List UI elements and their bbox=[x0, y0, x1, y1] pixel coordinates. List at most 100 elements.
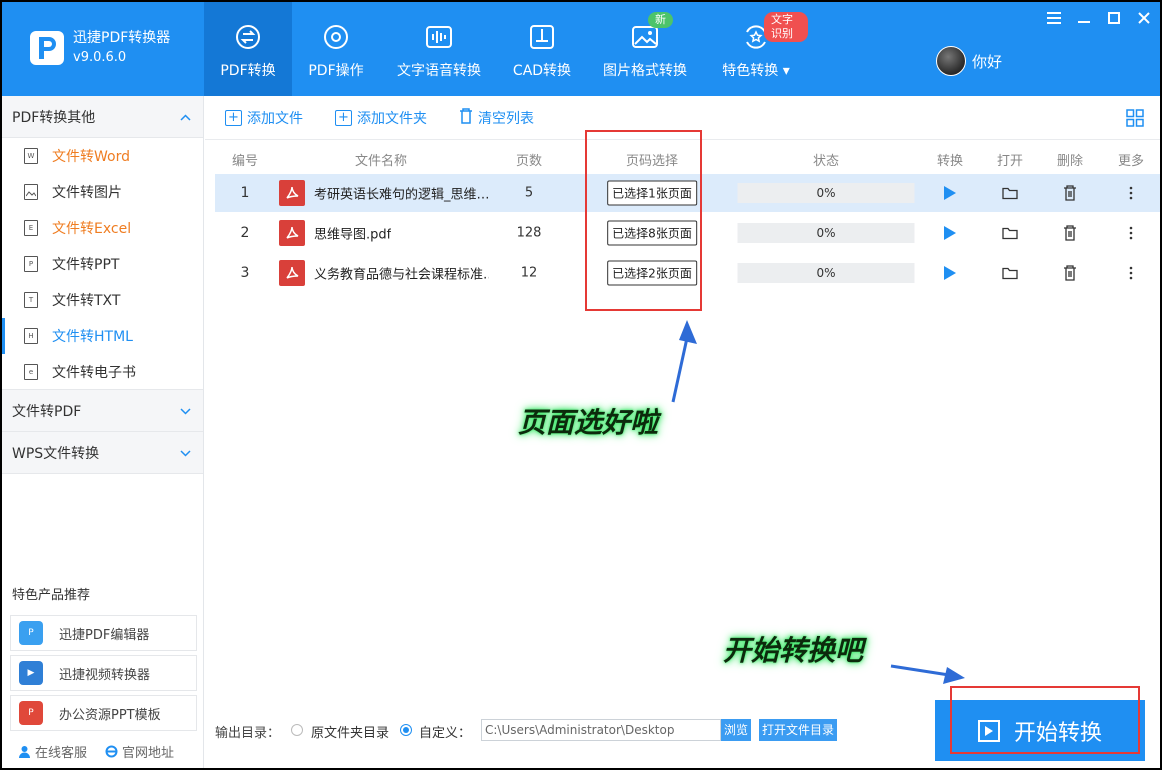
pdf-file-icon bbox=[279, 260, 305, 286]
custom-dir-radio[interactable] bbox=[400, 724, 412, 736]
more-icon[interactable] bbox=[1129, 226, 1133, 240]
group-label: 文件转PDF bbox=[12, 403, 82, 420]
user-profile[interactable]: 你好 bbox=[936, 46, 1002, 76]
sidebar-item-label: 文件转图片 bbox=[52, 185, 122, 201]
cad-icon bbox=[527, 22, 557, 52]
recommend-video-converter[interactable]: ▶ 迅捷视频转换器 bbox=[10, 655, 197, 691]
file-name: 义务教育品德与社会课程标准… bbox=[314, 267, 489, 283]
pdf-editor-icon: P bbox=[19, 621, 43, 645]
html-doc-icon: H bbox=[24, 328, 38, 344]
sidebar-item-label: 文件转Word bbox=[52, 149, 130, 165]
minimize-icon[interactable] bbox=[1076, 10, 1092, 26]
recommend-ppt-template[interactable]: P 办公资源PPT模板 bbox=[10, 695, 197, 731]
sound-wave-icon bbox=[424, 22, 454, 52]
sidebar-group-pdf-other[interactable]: PDF转换其他 bbox=[2, 96, 203, 138]
pdf-file-icon bbox=[279, 180, 305, 206]
folder-open-icon[interactable] bbox=[1002, 227, 1018, 240]
chevron-up-icon bbox=[180, 109, 191, 125]
website-link[interactable]: 官网地址 bbox=[105, 742, 174, 761]
main-panel: + 添加文件 + 添加文件夹 清空列表 编号 文件名称 页数 页码选择 状态 转… bbox=[205, 96, 1160, 768]
excel-doc-icon: E bbox=[24, 220, 38, 236]
more-icon[interactable] bbox=[1129, 186, 1133, 200]
add-folder-button[interactable]: + 添加文件夹 bbox=[335, 108, 427, 128]
play-icon[interactable] bbox=[943, 225, 957, 241]
sidebar-group-to-pdf[interactable]: 文件转PDF bbox=[2, 390, 203, 432]
ppt-doc-icon: P bbox=[24, 256, 38, 272]
sidebar-item-word[interactable]: W 文件转Word bbox=[2, 138, 203, 174]
grid-view-icon[interactable] bbox=[1126, 109, 1144, 131]
annotation-pages-done: 页面选好啦 bbox=[518, 406, 659, 439]
row-num: 3 bbox=[240, 265, 250, 281]
col-more: 更多 bbox=[1117, 154, 1145, 169]
tab-cad-convert[interactable]: CAD转换 bbox=[498, 2, 586, 96]
trash-icon[interactable] bbox=[1063, 225, 1077, 241]
output-path-input[interactable] bbox=[481, 719, 721, 741]
app-window: 迅捷PDF转换器 v9.0.6.0 PDF转换 PDF操作 文字语音转换 CAD… bbox=[0, 0, 1162, 770]
sidebar-group-wps[interactable]: WPS文件转换 bbox=[2, 432, 203, 474]
app-logo-icon bbox=[30, 31, 64, 65]
col-convert: 转换 bbox=[936, 154, 964, 169]
source-dir-radio[interactable] bbox=[291, 724, 303, 736]
add-file-icon: + bbox=[225, 109, 242, 126]
ebook-doc-icon: e bbox=[24, 363, 38, 380]
file-name: 思维导图.pdf bbox=[314, 227, 392, 243]
col-open: 打开 bbox=[996, 154, 1024, 169]
more-icon[interactable] bbox=[1129, 266, 1133, 280]
add-file-button[interactable]: + 添加文件 bbox=[225, 108, 303, 128]
sidebar-item-image[interactable]: 文件转图片 bbox=[2, 174, 203, 210]
chevron-down-icon bbox=[180, 445, 191, 461]
play-icon[interactable] bbox=[943, 185, 957, 201]
brand: 迅捷PDF转换器 v9.0.6.0 bbox=[30, 29, 170, 67]
tab-label: 文字语音转换 bbox=[397, 63, 481, 79]
tab-label: CAD转换 bbox=[512, 63, 572, 79]
recommend-title: 特色产品推荐 bbox=[12, 588, 91, 603]
progress-bar: 0% bbox=[737, 223, 915, 243]
progress-bar: 0% bbox=[737, 183, 915, 203]
col-name: 文件名称 bbox=[354, 154, 408, 169]
ocr-badge: 文字识别 bbox=[764, 12, 808, 42]
custom-dir-label: 自定义： bbox=[419, 726, 472, 741]
folder-open-icon[interactable] bbox=[1002, 187, 1018, 200]
tab-label: PDF转换 bbox=[220, 63, 276, 79]
online-service-link[interactable]: 在线客服 bbox=[18, 742, 87, 761]
tab-text-speech[interactable]: 文字语音转换 bbox=[380, 2, 498, 96]
recommend-pdf-editor[interactable]: P 迅捷PDF编辑器 bbox=[10, 615, 197, 651]
play-icon[interactable] bbox=[943, 265, 957, 281]
top-bar: 迅捷PDF转换器 v9.0.6.0 PDF转换 PDF操作 文字语音转换 CAD… bbox=[2, 2, 1160, 96]
tab-pdf-convert[interactable]: PDF转换 bbox=[204, 2, 292, 96]
menu-icon[interactable] bbox=[1046, 10, 1062, 26]
image-doc-icon bbox=[24, 184, 38, 200]
sidebar-item-label: 文件转Excel bbox=[52, 221, 132, 237]
app-version: v9.0.6.0 bbox=[73, 50, 127, 65]
add-folder-icon: + bbox=[335, 109, 352, 126]
tab-special-convert[interactable]: 特色转换 ▾ 文字识别 bbox=[704, 2, 808, 96]
txt-doc-icon: T bbox=[24, 292, 38, 308]
col-delete: 删除 bbox=[1056, 154, 1084, 169]
open-dir-button[interactable]: 打开文件目录 bbox=[759, 719, 838, 741]
file-name: 考研英语长难句的逻辑_思维… bbox=[314, 187, 489, 203]
pdf-file-icon bbox=[279, 220, 305, 246]
chevron-down-icon bbox=[180, 403, 191, 419]
tab-pdf-operate[interactable]: PDF操作 bbox=[292, 2, 380, 96]
recommend-label: 办公资源PPT模板 bbox=[59, 707, 161, 723]
page-count: 128 bbox=[516, 225, 542, 241]
app-name: 迅捷PDF转换器 bbox=[73, 30, 171, 46]
sidebar-item-excel[interactable]: E 文件转Excel bbox=[2, 210, 203, 246]
sidebar-item-ppt[interactable]: P 文件转PPT bbox=[2, 246, 203, 282]
output-dir-label: 输出目录： bbox=[215, 726, 281, 741]
sidebar-item-html[interactable]: H 文件转HTML bbox=[2, 318, 203, 354]
word-doc-icon: W bbox=[24, 148, 38, 164]
sidebar-item-txt[interactable]: T 文件转TXT bbox=[2, 282, 203, 318]
trash-icon bbox=[459, 107, 473, 128]
trash-icon[interactable] bbox=[1063, 185, 1077, 201]
clear-list-button[interactable]: 清空列表 bbox=[459, 107, 534, 128]
tab-image-format[interactable]: 图片格式转换 新 bbox=[586, 2, 704, 96]
close-icon[interactable] bbox=[1136, 10, 1152, 26]
sidebar-item-label: 文件转电子书 bbox=[52, 364, 136, 381]
trash-icon[interactable] bbox=[1063, 265, 1077, 281]
annotation-arrow-right bbox=[890, 664, 965, 684]
folder-open-icon[interactable] bbox=[1002, 267, 1018, 280]
maximize-icon[interactable] bbox=[1106, 10, 1122, 26]
sidebar-item-ebook[interactable]: e 文件转电子书 bbox=[2, 354, 203, 390]
browse-button[interactable]: 浏览 bbox=[721, 719, 752, 741]
